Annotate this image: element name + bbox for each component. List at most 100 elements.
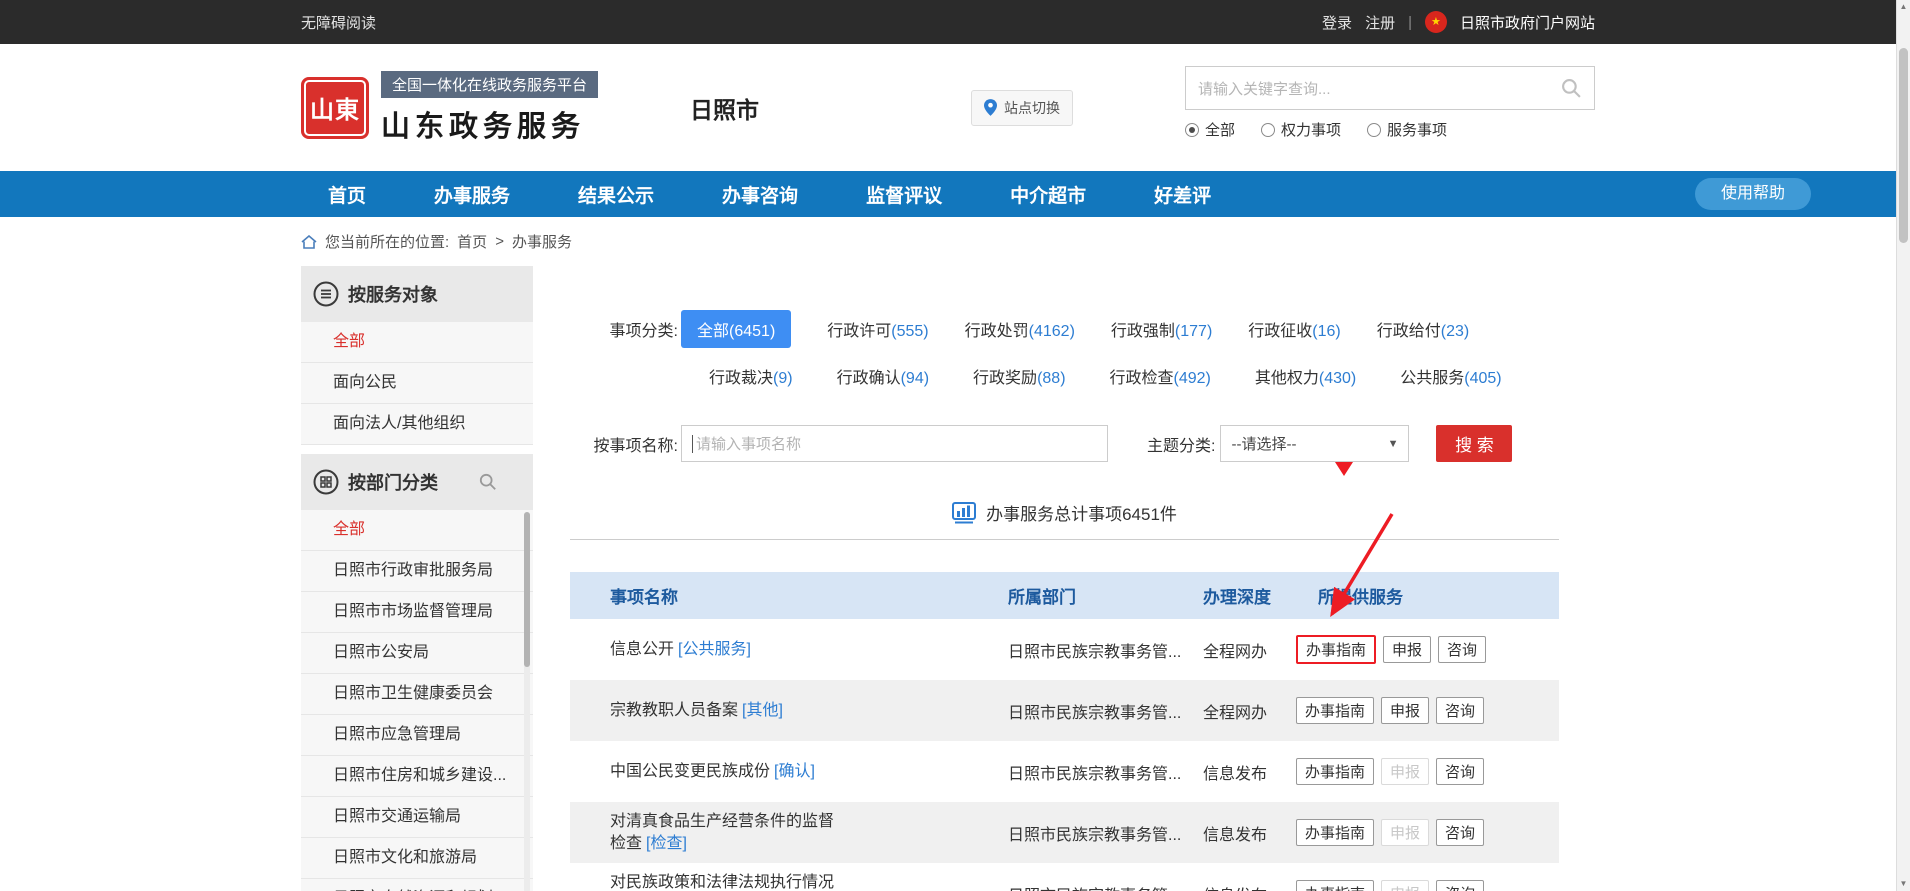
item-name-input[interactable]: 请输入事项名称 [681, 425, 1108, 462]
portal-link[interactable]: 日照市政府门户网站 [1460, 12, 1595, 33]
search-icon[interactable] [1561, 78, 1582, 99]
department-search-icon[interactable] [479, 473, 497, 491]
sidebar-item[interactable]: 全部 [301, 510, 533, 551]
content: 按服务对象 全部面向公民面向法人/其他组织 按部门分类 全部日照市行政审批服务局… [301, 266, 1595, 891]
item-name-cell: 对民族政策和法律法规执行情况的监督检查[检查] [570, 872, 1008, 891]
sidebar-item[interactable]: 日照市文化和旅游局 [301, 838, 533, 879]
help-button[interactable]: 使用帮助 [1695, 178, 1811, 210]
item-depth: 信息发布 [1203, 821, 1296, 845]
sidebar-item[interactable]: 日照市行政审批服务局 [301, 551, 533, 592]
sidebar-item[interactable]: 日照市住房和城乡建设... [301, 756, 533, 797]
guide-button[interactable]: 办事指南 [1296, 819, 1374, 846]
category-filter-count: (405) [1464, 370, 1501, 387]
item-category-link[interactable]: [检查] [646, 835, 687, 852]
platform-badge: 全国一体化在线政务服务平台 [381, 71, 598, 98]
category-filter[interactable]: 行政给付(23) [1377, 317, 1469, 341]
category-filter[interactable]: 行政许可(555) [827, 317, 928, 341]
login-link[interactable]: 登录 [1322, 12, 1352, 33]
category-filter[interactable]: 行政确认(94) [837, 364, 929, 388]
scrollbar-down-icon[interactable]: ▼ [1897, 877, 1910, 891]
apply-button[interactable]: 申报 [1381, 697, 1429, 724]
apply-button[interactable]: 申报 [1381, 758, 1429, 785]
search-scope-radio[interactable]: 服务事项 [1367, 119, 1447, 140]
consult-button[interactable]: 咨询 [1438, 636, 1486, 663]
sidebar-item[interactable]: 日照市交通运输局 [301, 797, 533, 838]
page-scrollbar[interactable]: ▲ ▼ [1896, 0, 1910, 891]
scrollbar-up-icon[interactable]: ▲ [1897, 0, 1910, 14]
categories-row-2: 行政裁决(9) 行政确认(94) 行政奖励(88) 行政检查(492) 其他权力(430… [709, 364, 1559, 388]
item-name: 信息公开 [610, 641, 674, 658]
sidebar-item[interactable]: 面向法人/其他组织 [301, 404, 533, 445]
guide-button[interactable]: 办事指南 [1296, 697, 1374, 724]
category-filter-label: 行政征收 [1248, 323, 1312, 340]
service-object-section: 按服务对象 全部面向公民面向法人/其他组织 [301, 266, 533, 445]
category-filter[interactable]: 其他权力(430) [1255, 364, 1356, 388]
topic-select[interactable]: --请选择-- ▼ [1220, 425, 1409, 462]
guide-button[interactable]: 办事指南 [1296, 635, 1376, 664]
column-header-name: 事项名称 [570, 583, 1008, 608]
sidebar-item[interactable]: 全部 [301, 322, 533, 363]
item-department: 日照市民族宗教事务管... [1008, 760, 1203, 784]
sidebar-item[interactable]: 日照市公安局 [301, 633, 533, 674]
sidebar-item[interactable]: 面向公民 [301, 363, 533, 404]
site-brand: 山东政务服务 [381, 103, 598, 145]
nav-menu: 首页 办事服务 结果公示 办事咨询 监督评议 中介超市 好差评 [274, 171, 1622, 217]
logo-text: 全国一体化在线政务服务平台 山东政务服务 [381, 71, 598, 145]
sidebar-item[interactable]: 日照市卫生健康委员会 [301, 674, 533, 715]
item-category-link[interactable]: [公共服务] [678, 641, 751, 658]
item-depth: 信息发布 [1203, 882, 1296, 891]
column-header-depth: 办理深度 [1203, 583, 1296, 608]
sidebar-item[interactable]: 日照市自然资源和规划... [301, 879, 533, 891]
item-category-link[interactable]: [其他] [742, 702, 783, 719]
item-depth: 信息发布 [1203, 760, 1296, 784]
apply-button[interactable]: 申报 [1381, 880, 1429, 891]
search-scope-radio[interactable]: 全部 [1185, 119, 1235, 140]
page-scrollbar-thumb[interactable] [1899, 48, 1908, 243]
sidebar-item[interactable]: 日照市应急管理局 [301, 715, 533, 756]
category-filter[interactable]: 行政强制(177) [1111, 317, 1212, 341]
nav-item[interactable]: 办事咨询 [722, 181, 798, 208]
category-filter[interactable]: 公共服务(405) [1400, 364, 1501, 388]
category-filter[interactable]: 行政处罚(4162) [965, 317, 1075, 341]
nav-item[interactable]: 好差评 [1154, 181, 1211, 208]
nav-item[interactable]: 中介超市 [1010, 181, 1086, 208]
guide-button[interactable]: 办事指南 [1296, 758, 1374, 785]
service-object-title: 按服务对象 [348, 281, 438, 307]
sidebar-scrollbar[interactable] [524, 512, 530, 891]
category-filter[interactable]: 行政征收(16) [1248, 317, 1340, 341]
keyword-search-input[interactable]: 请输入关键字查询... [1185, 66, 1595, 110]
category-filter-count: (555) [891, 323, 928, 340]
breadcrumb-home[interactable]: 首页 [457, 231, 487, 252]
nav-item[interactable]: 监督评议 [866, 181, 942, 208]
consult-button[interactable]: 咨询 [1436, 758, 1484, 785]
category-filter[interactable]: 行政裁决(9) [709, 364, 793, 388]
nav-item[interactable]: 办事服务 [434, 181, 510, 208]
apply-button[interactable]: 申报 [1381, 819, 1429, 846]
category-filter[interactable]: 行政奖励(88) [973, 364, 1065, 388]
radio-label: 权力事项 [1281, 119, 1341, 140]
category-filter-count: (94) [901, 370, 929, 387]
accessibility-link[interactable]: 无障碍阅读 [301, 12, 376, 33]
category-filter[interactable]: 行政检查(492) [1110, 364, 1211, 388]
consult-button[interactable]: 咨询 [1436, 819, 1484, 846]
item-category-link[interactable]: [确认] [774, 763, 815, 780]
breadcrumb-separator: > [495, 233, 504, 250]
register-link[interactable]: 注册 [1365, 12, 1395, 33]
category-label: 事项分类: [570, 317, 678, 341]
sidebar-scrollbar-thumb[interactable] [524, 512, 530, 667]
category-filter-label: 公共服务 [1400, 370, 1464, 387]
search-button[interactable]: 搜 索 [1436, 425, 1512, 462]
sidebar-item[interactable]: 日照市市场监督管理局 [301, 592, 533, 633]
item-name: 对民族政策和法律法规执行情况的监督检查 [610, 874, 834, 891]
national-emblem-icon: ★ [1425, 11, 1447, 33]
nav-item[interactable]: 结果公示 [578, 181, 654, 208]
apply-button[interactable]: 申报 [1383, 636, 1431, 663]
category-filter[interactable]: 全部(6451) [681, 310, 791, 348]
consult-button[interactable]: 咨询 [1436, 697, 1484, 724]
search-scope-radio[interactable]: 权力事项 [1261, 119, 1341, 140]
site-switch-button[interactable]: 站点切换 [971, 90, 1073, 126]
guide-button[interactable]: 办事指南 [1296, 880, 1374, 891]
consult-button[interactable]: 咨询 [1436, 880, 1484, 891]
input-caret [692, 435, 693, 453]
nav-item[interactable]: 首页 [328, 181, 366, 208]
